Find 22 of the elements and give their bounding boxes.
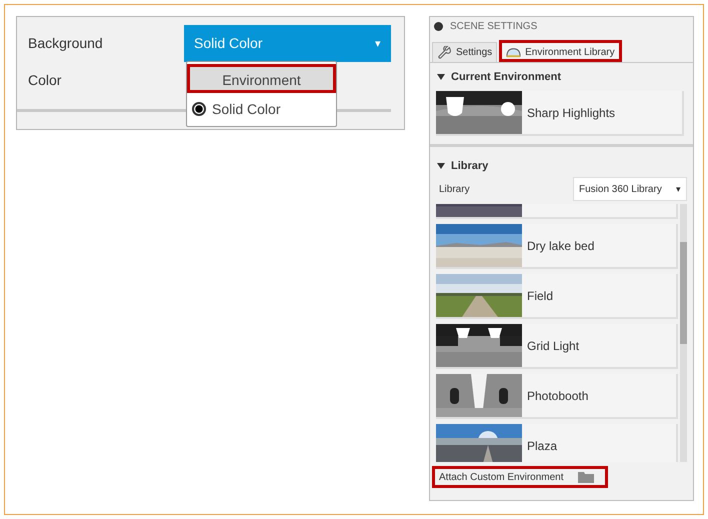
menu-item[interactable]: Environment (190, 67, 333, 93)
preset-card[interactable]: Photobooth (436, 374, 678, 419)
section-header[interactable]: Current Environment (436, 69, 687, 85)
preset-card[interactable]: Plaza (436, 424, 678, 462)
attach-button[interactable]: Attach Custom Environment (436, 469, 596, 485)
collapse-icon[interactable] (434, 22, 443, 30)
preset-card[interactable]: Field (436, 274, 678, 319)
panel-title: SCENE SETTINGS (450, 20, 538, 32)
wrench-icon (437, 46, 452, 59)
preset-card[interactable]: Dry lake bed (436, 224, 678, 269)
library-label: Library (438, 184, 470, 194)
preset-card[interactable] (436, 204, 678, 219)
tab[interactable]: Settings (432, 42, 498, 62)
preset-card[interactable]: Grid Light (436, 324, 678, 369)
preset-card[interactable]: Sharp Highlights (436, 91, 684, 136)
library-dropdown[interactable]: Fusion 360 Library ▾ (573, 177, 687, 201)
color-label: Color (28, 72, 62, 88)
section-header[interactable]: Library (436, 158, 687, 174)
dome-icon (506, 46, 522, 59)
folder-icon (578, 471, 594, 483)
background-label: Background (28, 35, 104, 51)
scrollbar[interactable] (680, 204, 687, 462)
